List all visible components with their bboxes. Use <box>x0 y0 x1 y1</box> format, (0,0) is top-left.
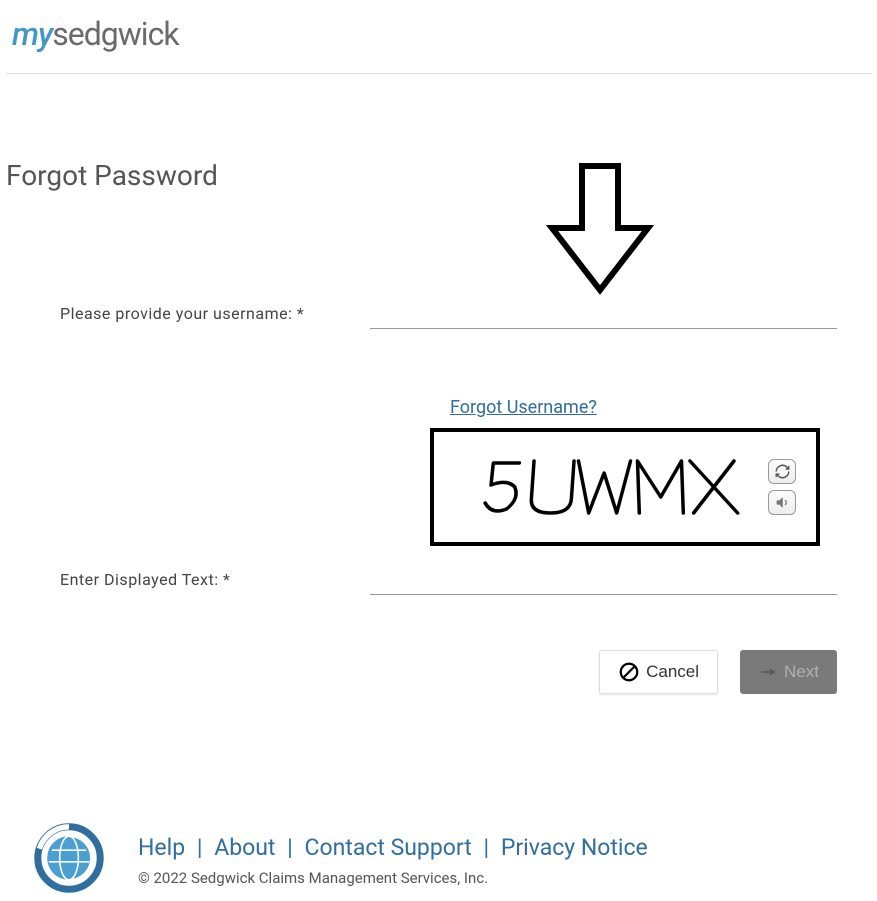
captcha-refresh-button[interactable] <box>768 459 796 484</box>
forgot-password-form: Please provide your username: * Forgot U… <box>0 302 877 595</box>
captcha-image <box>458 447 768 527</box>
next-button[interactable]: Next <box>740 650 837 694</box>
header-divider <box>6 73 871 74</box>
refresh-icon <box>775 464 790 479</box>
copyright: © 2022 Sedgwick Claims Management Servic… <box>138 869 648 887</box>
logo: mysedgwick <box>12 15 865 53</box>
separator: | <box>281 834 299 861</box>
down-arrow-icon <box>540 160 660 304</box>
audio-icon <box>775 495 790 510</box>
footer: Help | About | Contact Support | Privacy… <box>0 809 877 901</box>
username-input[interactable] <box>370 302 837 329</box>
separator: | <box>477 834 495 861</box>
footer-text: Help | About | Contact Support | Privacy… <box>138 834 648 887</box>
cancel-icon <box>618 661 640 683</box>
logo-suffix: sedgwick <box>52 15 178 53</box>
contact-support-link[interactable]: Contact Support <box>305 834 472 861</box>
about-link[interactable]: About <box>214 834 275 861</box>
separator: | <box>191 834 209 861</box>
header: mysedgwick <box>0 0 877 73</box>
arrow-right-icon <box>758 662 778 682</box>
captcha-input[interactable] <box>370 568 837 595</box>
privacy-notice-link[interactable]: Privacy Notice <box>501 834 648 861</box>
forgot-username-row: Forgot Username? <box>450 397 837 418</box>
footer-links: Help | About | Contact Support | Privacy… <box>138 834 648 861</box>
captcha-audio-button[interactable] <box>768 490 796 515</box>
forgot-username-link[interactable]: Forgot Username? <box>450 397 597 418</box>
captcha-controls <box>768 459 796 515</box>
username-label: Please provide your username: * <box>60 304 370 329</box>
page-title: Forgot Password <box>6 159 877 192</box>
button-row: Cancel Next <box>0 650 877 694</box>
captcha-input-label: Enter Displayed Text: * <box>60 570 370 595</box>
cancel-button-label: Cancel <box>646 662 699 682</box>
help-link[interactable]: Help <box>138 834 185 861</box>
logo-prefix: my <box>12 15 52 53</box>
globe-icon <box>30 819 108 901</box>
captcha-input-row: Enter Displayed Text: * <box>60 568 837 595</box>
cancel-button[interactable]: Cancel <box>599 650 718 694</box>
next-button-label: Next <box>784 662 819 682</box>
username-row: Please provide your username: * <box>60 302 837 329</box>
captcha-box <box>430 428 820 546</box>
